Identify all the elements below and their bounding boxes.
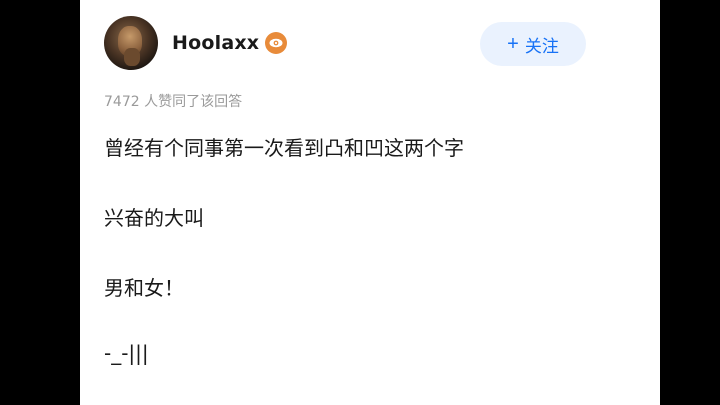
content-paragraph: 兴奋的大叫 — [104, 206, 204, 230]
avatar-figure-body — [124, 48, 140, 66]
likes-count: 7472 人赞同了该回答 — [104, 94, 243, 110]
plus-icon: + — [507, 33, 519, 55]
content-paragraph: -_-||| — [104, 341, 149, 365]
eye-icon — [265, 32, 288, 54]
avatar[interactable] — [104, 16, 158, 70]
content-paragraph: 男和女！ — [104, 276, 184, 300]
content-paragraph: 曾经有个同事第一次看到凸和凹这两个字 — [104, 136, 464, 160]
follow-button[interactable]: + 关注 — [480, 22, 586, 66]
author-name[interactable]: Hoolaxx — [172, 32, 259, 54]
author-header: Hoolaxx — [104, 16, 288, 70]
follow-button-label: 关注 — [524, 36, 559, 56]
answer-card: Hoolaxx + 关注 7472 人赞同了该回答 曾经有个同事第一次看到凸和凹… — [80, 0, 660, 405]
